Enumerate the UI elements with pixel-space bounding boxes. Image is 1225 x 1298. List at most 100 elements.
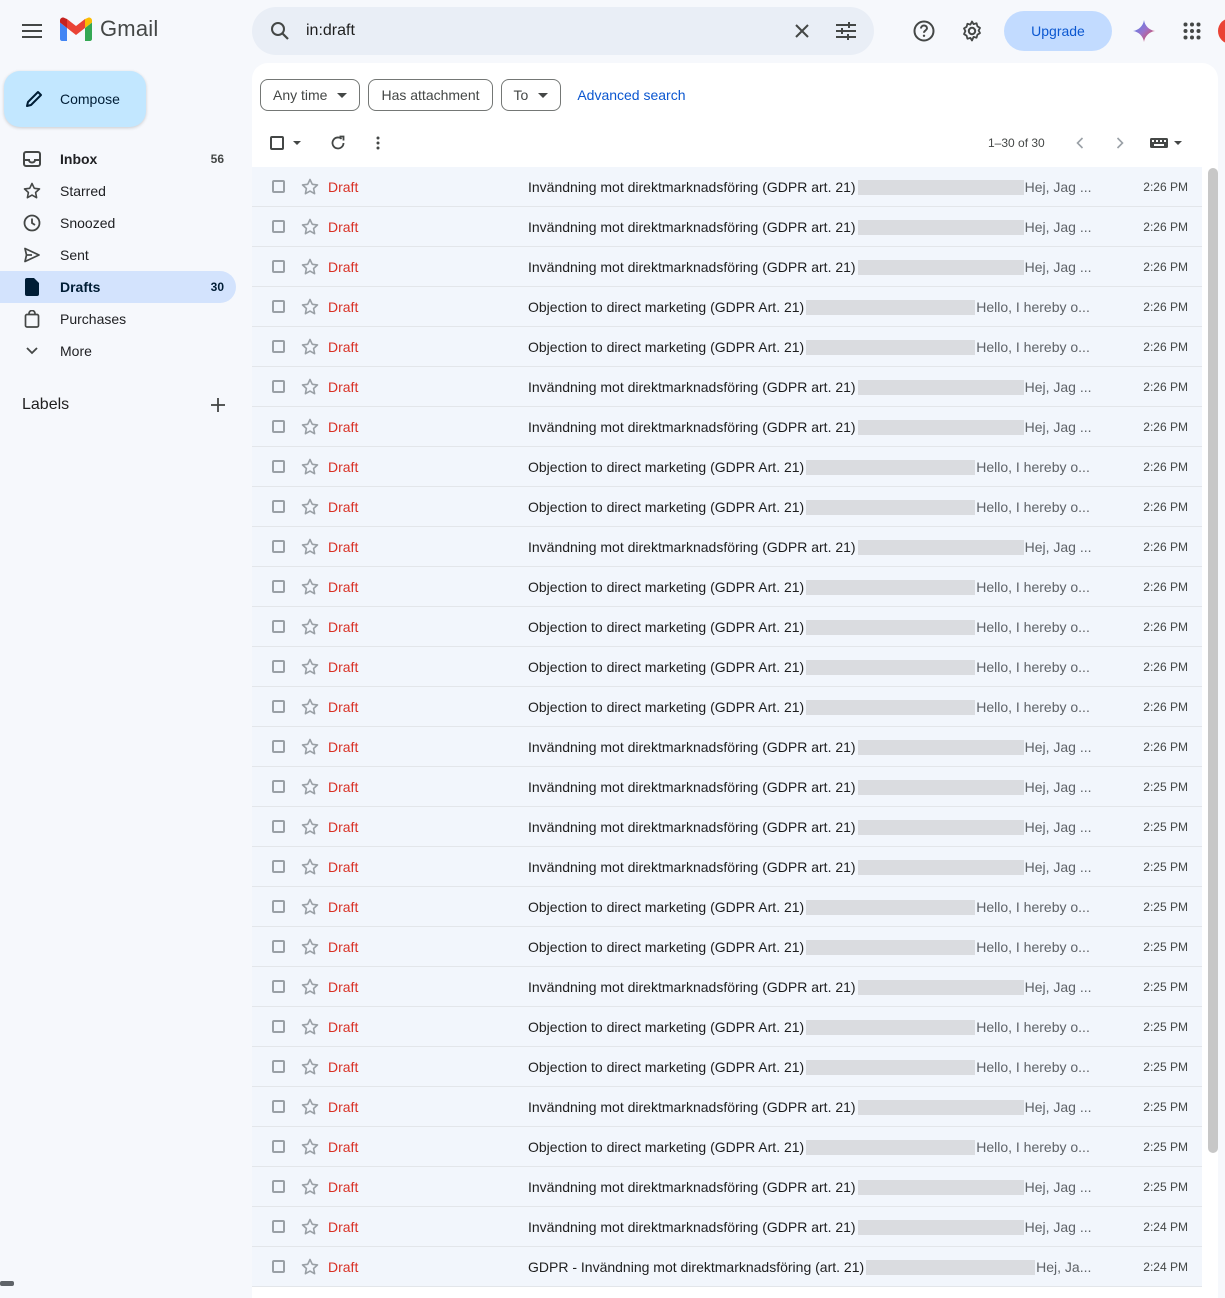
star-icon[interactable]: [299, 456, 321, 478]
message-row[interactable]: Draft Objection to direct marketing (GDPR…: [252, 887, 1202, 927]
row-select-checkbox[interactable]: [272, 780, 285, 793]
star-icon[interactable]: [299, 416, 321, 438]
star-icon[interactable]: [299, 896, 321, 918]
row-select-checkbox[interactable]: [272, 620, 285, 633]
message-row[interactable]: Draft Objection to direct marketing (GDPR…: [252, 607, 1202, 647]
star-icon[interactable]: [299, 1136, 321, 1158]
sidebar-item-sent[interactable]: Sent: [0, 239, 236, 271]
row-select-checkbox[interactable]: [272, 740, 285, 753]
star-icon[interactable]: [299, 976, 321, 998]
sidebar-item-purchases[interactable]: Purchases: [0, 303, 236, 335]
message-row[interactable]: Draft Objection to direct marketing (GDPR…: [252, 1047, 1202, 1087]
search-button[interactable]: [262, 13, 298, 49]
select-all-checkbox[interactable]: [270, 136, 284, 150]
star-icon[interactable]: [299, 1216, 321, 1238]
row-select-checkbox[interactable]: [272, 340, 285, 353]
message-row[interactable]: Draft Invändning mot direktmarknadsföring…: [252, 1087, 1202, 1127]
select-dropdown-icon[interactable]: [293, 141, 301, 145]
star-icon[interactable]: [299, 776, 321, 798]
support-button[interactable]: [906, 13, 942, 49]
account-avatar[interactable]: [1218, 18, 1225, 44]
star-icon[interactable]: [299, 1176, 321, 1198]
row-select-checkbox[interactable]: [272, 300, 285, 313]
message-row[interactable]: Draft Objection to direct marketing (GDPR…: [252, 647, 1202, 687]
main-menu-button[interactable]: [14, 13, 50, 49]
row-select-checkbox[interactable]: [272, 1180, 285, 1193]
message-row[interactable]: Draft Invändning mot direktmarknadsföring…: [252, 727, 1202, 767]
star-icon[interactable]: [299, 256, 321, 278]
message-row[interactable]: Draft Invändning mot direktmarknadsföring…: [252, 1167, 1202, 1207]
row-select-checkbox[interactable]: [272, 260, 285, 273]
upgrade-button[interactable]: Upgrade: [1004, 11, 1112, 51]
row-select-checkbox[interactable]: [272, 180, 285, 193]
compose-button[interactable]: Compose: [4, 71, 146, 127]
search-options-button[interactable]: [828, 13, 864, 49]
message-row[interactable]: Draft Invändning mot direktmarknadsföring…: [252, 767, 1202, 807]
star-icon[interactable]: [299, 536, 321, 558]
star-icon[interactable]: [299, 296, 321, 318]
message-row[interactable]: Draft Objection to direct marketing (GDPR…: [252, 1127, 1202, 1167]
star-icon[interactable]: [299, 856, 321, 878]
message-row[interactable]: Draft Objection to direct marketing (GDPR…: [252, 447, 1202, 487]
message-row[interactable]: Draft Invändning mot direktmarknadsföring…: [252, 967, 1202, 1007]
star-icon[interactable]: [299, 696, 321, 718]
star-icon[interactable]: [299, 736, 321, 758]
star-icon[interactable]: [299, 816, 321, 838]
row-select-checkbox[interactable]: [272, 1100, 285, 1113]
row-select-checkbox[interactable]: [272, 1140, 285, 1153]
row-select-checkbox[interactable]: [272, 820, 285, 833]
gemini-button[interactable]: [1126, 13, 1162, 49]
any-time-filter-chip[interactable]: Any time: [260, 79, 361, 111]
star-icon[interactable]: [299, 656, 321, 678]
star-icon[interactable]: [299, 1056, 321, 1078]
clear-search-button[interactable]: [784, 13, 820, 49]
message-row[interactable]: Draft Invändning mot direktmarknadsföring…: [252, 847, 1202, 887]
row-select-checkbox[interactable]: [272, 1220, 285, 1233]
message-row[interactable]: Draft Invändning mot direktmarknadsföring…: [252, 207, 1202, 247]
message-row[interactable]: Draft Objection to direct marketing (GDPR…: [252, 487, 1202, 527]
google-apps-button[interactable]: [1174, 13, 1210, 49]
message-row[interactable]: Draft Objection to direct marketing (GDPR…: [252, 567, 1202, 607]
older-page-button[interactable]: [1108, 131, 1132, 155]
more-actions-button[interactable]: [366, 131, 390, 155]
advanced-search-link[interactable]: Advanced search: [577, 87, 685, 103]
star-icon[interactable]: [299, 336, 321, 358]
star-icon[interactable]: [299, 216, 321, 238]
input-tools-button[interactable]: [1146, 131, 1186, 155]
star-icon[interactable]: [299, 176, 321, 198]
row-select-checkbox[interactable]: [272, 1060, 285, 1073]
row-select-checkbox[interactable]: [272, 700, 285, 713]
vertical-scrollbar[interactable]: [1208, 168, 1218, 1153]
row-select-checkbox[interactable]: [272, 1020, 285, 1033]
message-row[interactable]: Draft GDPR - Invändning mot direktmarknad…: [252, 1247, 1202, 1287]
settings-button[interactable]: [954, 13, 990, 49]
message-row[interactable]: Draft Invändning mot direktmarknadsföring…: [252, 167, 1202, 207]
row-select-checkbox[interactable]: [272, 500, 285, 513]
search-input[interactable]: [306, 17, 766, 45]
row-select-checkbox[interactable]: [272, 1260, 285, 1273]
row-select-checkbox[interactable]: [272, 420, 285, 433]
row-select-checkbox[interactable]: [272, 940, 285, 953]
message-row[interactable]: Draft Invändning mot direktmarknadsföring…: [252, 807, 1202, 847]
sidebar-item-more[interactable]: More: [0, 335, 236, 367]
message-row[interactable]: Draft Invändning mot direktmarknadsföring…: [252, 407, 1202, 447]
message-row[interactable]: Draft Objection to direct marketing (GDPR…: [252, 327, 1202, 367]
refresh-button[interactable]: [326, 131, 350, 155]
row-select-checkbox[interactable]: [272, 380, 285, 393]
row-select-checkbox[interactable]: [272, 580, 285, 593]
row-select-checkbox[interactable]: [272, 460, 285, 473]
to-filter-chip[interactable]: To: [500, 79, 562, 111]
star-icon[interactable]: [299, 496, 321, 518]
message-row[interactable]: Draft Objection to direct marketing (GDPR…: [252, 287, 1202, 327]
star-icon[interactable]: [299, 1096, 321, 1118]
message-row[interactable]: Draft Invändning mot direktmarknadsföring…: [252, 367, 1202, 407]
message-row[interactable]: Draft Invändning mot direktmarknadsföring…: [252, 1207, 1202, 1247]
row-select-checkbox[interactable]: [272, 900, 285, 913]
has-attachment-filter-chip[interactable]: Has attachment: [368, 79, 493, 111]
gmail-logo[interactable]: Gmail: [60, 16, 158, 42]
star-icon[interactable]: [299, 1256, 321, 1278]
row-select-checkbox[interactable]: [272, 220, 285, 233]
row-select-checkbox[interactable]: [272, 860, 285, 873]
star-icon[interactable]: [299, 376, 321, 398]
message-row[interactable]: Draft Objection to direct marketing (GDPR…: [252, 1007, 1202, 1047]
